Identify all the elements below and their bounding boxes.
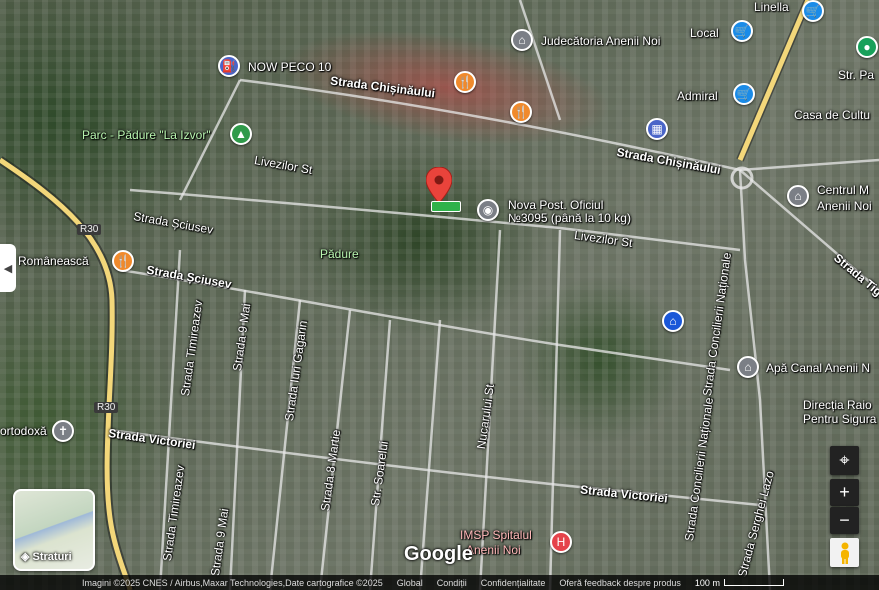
my-location-icon: ⌖	[839, 450, 850, 470]
scale-label[interactable]: 100 m	[695, 578, 720, 588]
place-label: a Românească	[8, 254, 89, 268]
place-label: NOW PECO 10	[248, 60, 332, 74]
road-shield-r30: R30	[94, 402, 119, 413]
place-label: Str. Pa	[838, 68, 875, 82]
road-shield-r30: R30	[77, 224, 102, 235]
gas-station-icon[interactable]: ⛽	[218, 55, 240, 77]
feedback-link[interactable]: Oferă feedback despre produs	[559, 578, 681, 588]
place-label: Nova Post. Oficiul	[508, 198, 604, 212]
zoom-out-button[interactable]: −	[830, 507, 859, 534]
place-label: Admiral	[677, 89, 718, 103]
shopping-icon[interactable]: 🛒	[802, 0, 824, 22]
layers-icon: ◈	[21, 551, 33, 563]
layers-label: ◈ Straturi	[21, 551, 72, 563]
google-logo: Google	[404, 543, 473, 565]
imagery-credit: Imagini ©2025 CNES / Airbus,Maxar Techno…	[82, 577, 383, 588]
privacy-link[interactable]: Confidențialitate	[481, 578, 546, 588]
place-label-hospital: IMSP Spitalul	[460, 528, 532, 542]
place-label-hospital: Anenii Noi	[466, 543, 521, 557]
attribution-bar: Imagini ©2025 CNES / Airbus,Maxar Techno…	[0, 575, 879, 590]
scale-bar	[723, 579, 784, 586]
utility-icon[interactable]: ⌂	[737, 356, 759, 378]
place-icon[interactable]: ●	[856, 36, 878, 58]
global-link[interactable]: Global	[397, 578, 423, 588]
place-label: Anenii Noi	[817, 199, 872, 213]
place-label: Direcția Raio	[803, 398, 872, 412]
terms-link[interactable]: Condiții	[437, 578, 467, 588]
place-label-park: Parc - Pădure "La Izvor"	[82, 128, 211, 142]
restaurant-icon[interactable]: 🍴	[112, 250, 134, 272]
place-label: Centrul M	[817, 183, 870, 197]
place-label: Linella	[754, 0, 789, 14]
courthouse-icon[interactable]: ⌂	[511, 29, 533, 51]
my-location-button[interactable]: ⌖	[830, 446, 859, 475]
building-icon[interactable]: ▦	[646, 118, 668, 140]
landmark-icon[interactable]: ⌂	[787, 185, 809, 207]
location-marker-icon[interactable]	[425, 166, 453, 204]
place-label: №3095 (până la 10 kg)	[508, 211, 631, 225]
layers-button[interactable]: ◈ Straturi	[13, 489, 95, 571]
restaurant-icon[interactable]: 🍴	[454, 71, 476, 93]
park-icon[interactable]: ▲	[230, 123, 252, 145]
satellite-map[interactable]: R30 R30 Strada Chișinăului Strada Chișin…	[0, 0, 879, 590]
place-label: Pentru Sigura	[803, 412, 877, 426]
street-view-button[interactable]	[830, 538, 859, 567]
place-label: Local	[690, 26, 719, 40]
home-icon[interactable]: ⌂	[662, 310, 684, 332]
place-label: Judecătoria Anenii Noi	[541, 34, 661, 48]
place-label: Apă Canal Anenii N	[766, 361, 871, 375]
collapse-panel-button[interactable]: ◀	[0, 244, 16, 292]
zoom-in-button[interactable]: +	[830, 479, 859, 506]
place-label: ortodoxă	[0, 424, 47, 438]
pegman-icon	[840, 542, 849, 564]
church-icon[interactable]: ✝	[52, 420, 74, 442]
shopping-icon[interactable]: 🛒	[731, 20, 753, 42]
restaurant-icon[interactable]: 🍴	[510, 101, 532, 123]
post-office-icon[interactable]: ◉	[477, 199, 499, 221]
shopping-icon[interactable]: 🛒	[733, 83, 755, 105]
hospital-icon[interactable]: H	[550, 531, 572, 553]
place-label-forest: Pădure	[320, 247, 359, 261]
chevron-left-icon: ◀	[3, 262, 13, 275]
place-label: Casa de Cultu	[794, 108, 871, 122]
marker-badge	[431, 201, 461, 212]
